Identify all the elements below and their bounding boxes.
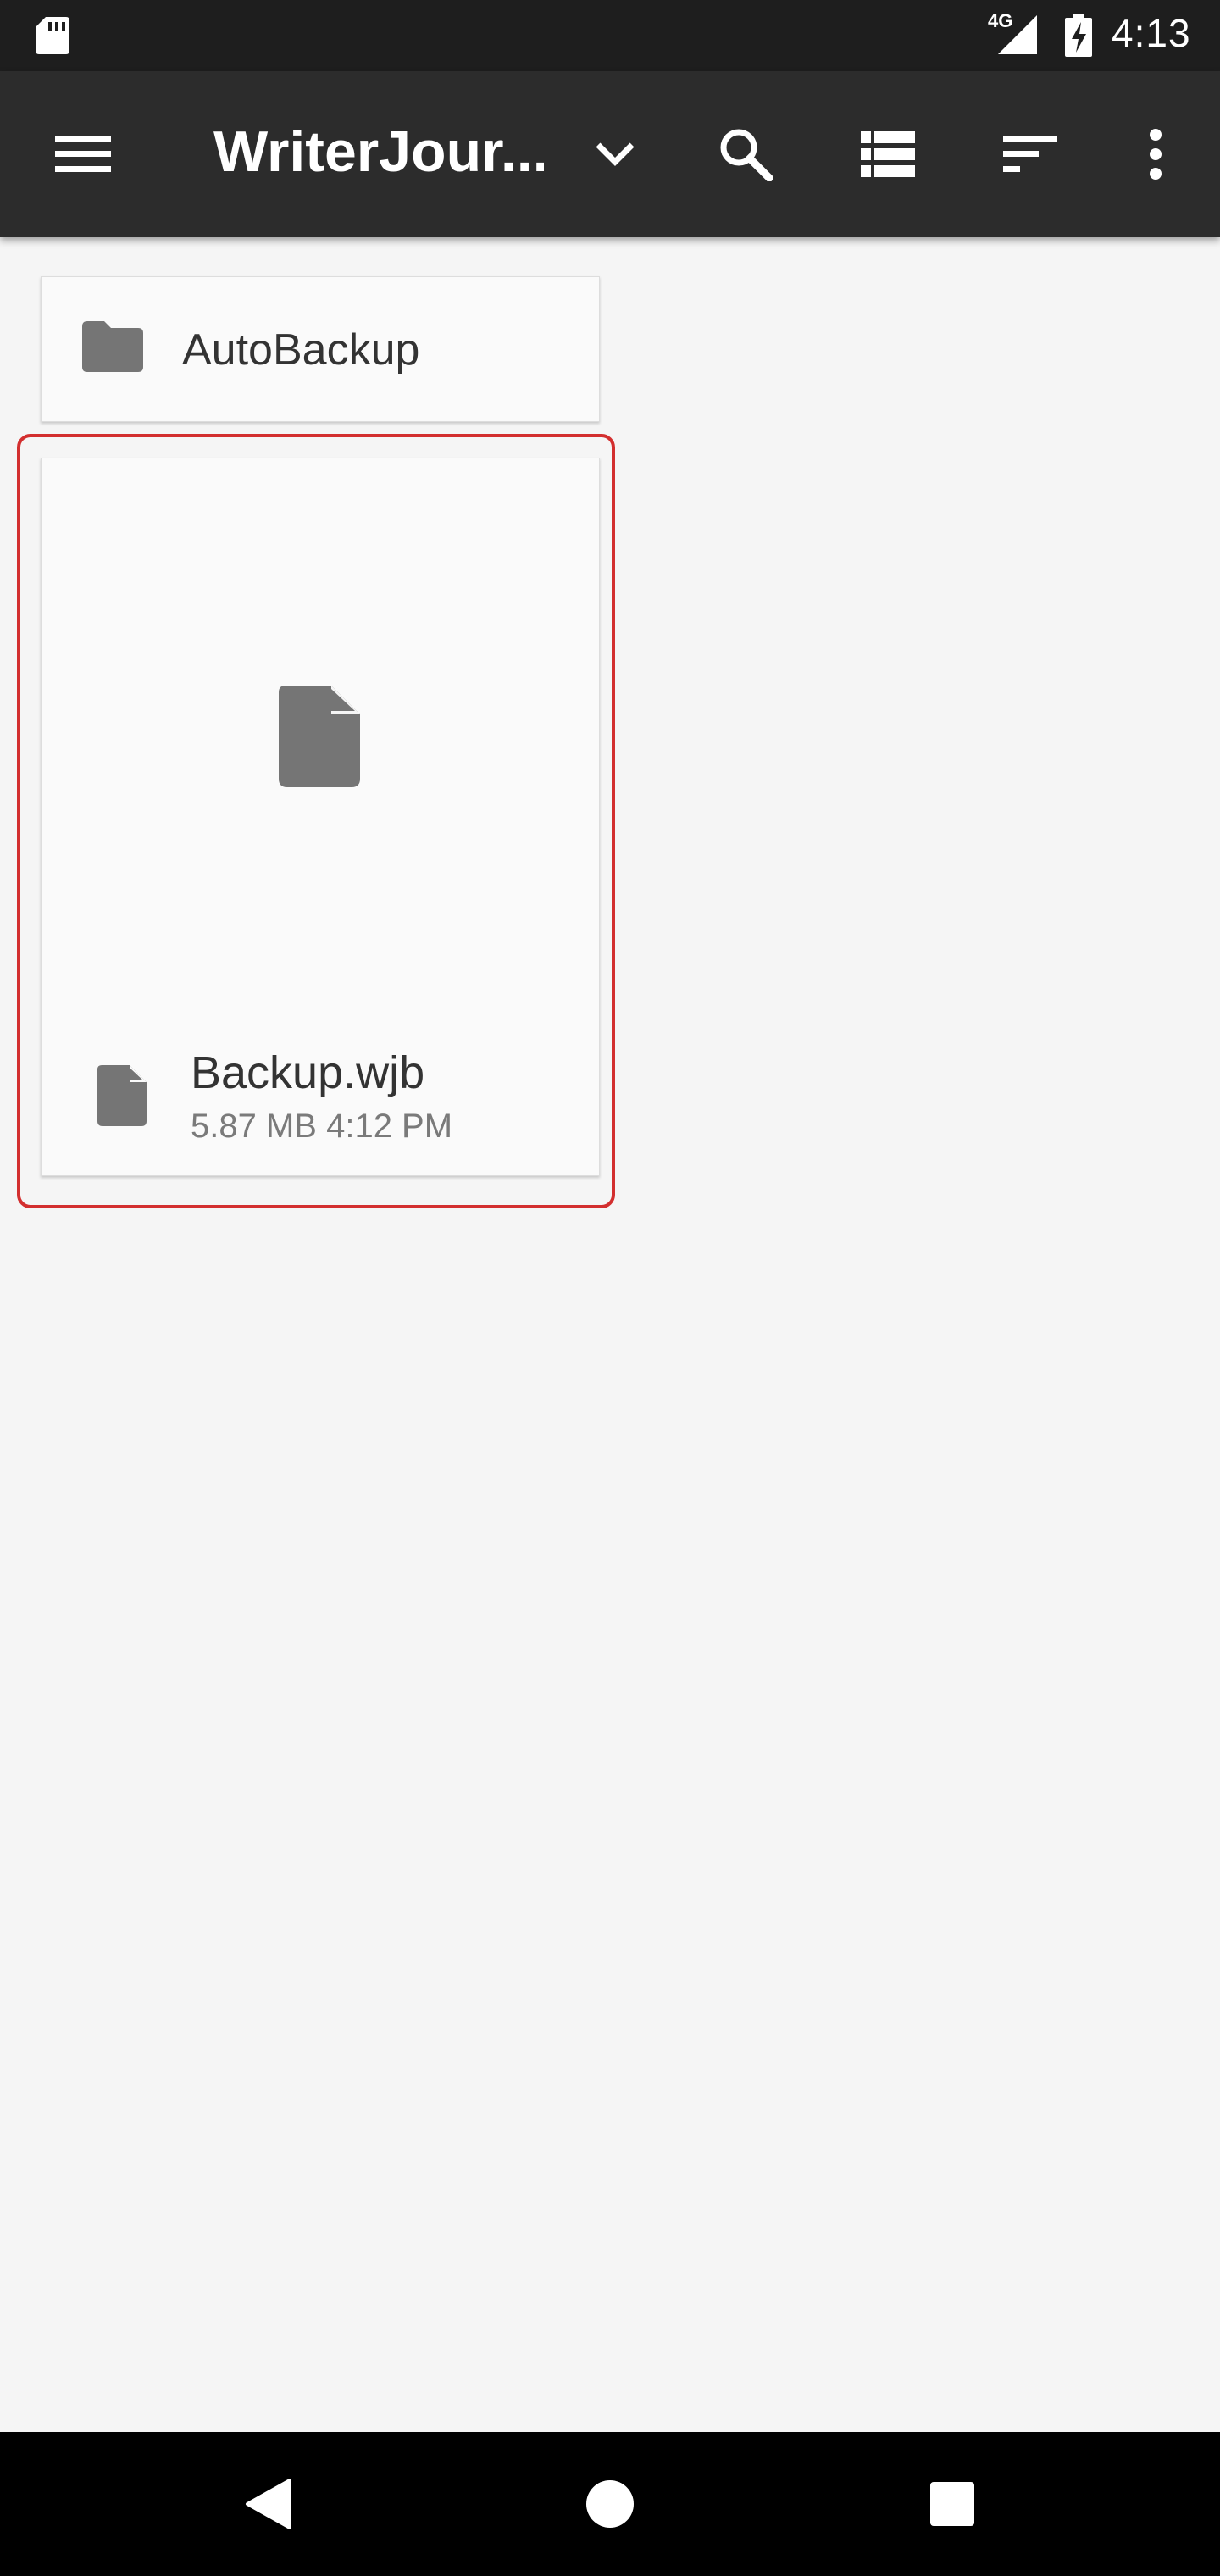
back-icon — [246, 2479, 291, 2529]
file-details: 5.87 MB 4:12 PM — [191, 1108, 452, 1146]
folder-icon — [82, 321, 143, 372]
battery-charging-icon — [1065, 14, 1092, 57]
menu-button[interactable] — [41, 112, 125, 197]
view-toggle-button[interactable] — [846, 112, 930, 197]
file-name: Backup.wjb — [191, 1047, 425, 1098]
recents-icon — [930, 2482, 974, 2526]
status-bar: 4G 4:13 — [0, 0, 1220, 71]
signal-icon — [998, 15, 1037, 54]
app-toolbar: WriterJour... — [0, 71, 1220, 237]
status-clock: 4:13 — [1112, 11, 1191, 55]
folder-name: AutoBackup — [182, 325, 420, 375]
recents-button[interactable] — [910, 2462, 995, 2546]
chevron-down-icon — [596, 142, 635, 166]
folder-item-autobackup[interactable]: AutoBackup — [41, 276, 600, 422]
more-options-button[interactable] — [1113, 112, 1198, 197]
sort-icon — [1003, 136, 1057, 172]
file-item-backup[interactable]: Backup.wjb 5.87 MB 4:12 PM — [41, 458, 600, 1176]
file-icon — [97, 1065, 147, 1126]
search-button[interactable] — [703, 112, 788, 197]
sort-button[interactable] — [988, 112, 1073, 197]
location-dropdown-button[interactable] — [573, 112, 657, 197]
list-view-icon — [861, 131, 915, 177]
toolbar-title[interactable]: WriterJour... — [214, 119, 544, 185]
file-preview-icon — [279, 686, 360, 787]
sd-card-icon — [36, 17, 69, 54]
home-icon — [586, 2480, 634, 2528]
file-modified-time: 4:12 PM — [326, 1108, 453, 1145]
search-icon — [720, 129, 773, 181]
system-navigation-bar — [0, 2432, 1220, 2576]
menu-icon — [55, 136, 111, 172]
file-size: 5.87 MB — [191, 1108, 317, 1145]
home-button[interactable] — [568, 2462, 652, 2546]
back-button[interactable] — [225, 2462, 310, 2546]
more-vert-icon — [1150, 129, 1162, 180]
